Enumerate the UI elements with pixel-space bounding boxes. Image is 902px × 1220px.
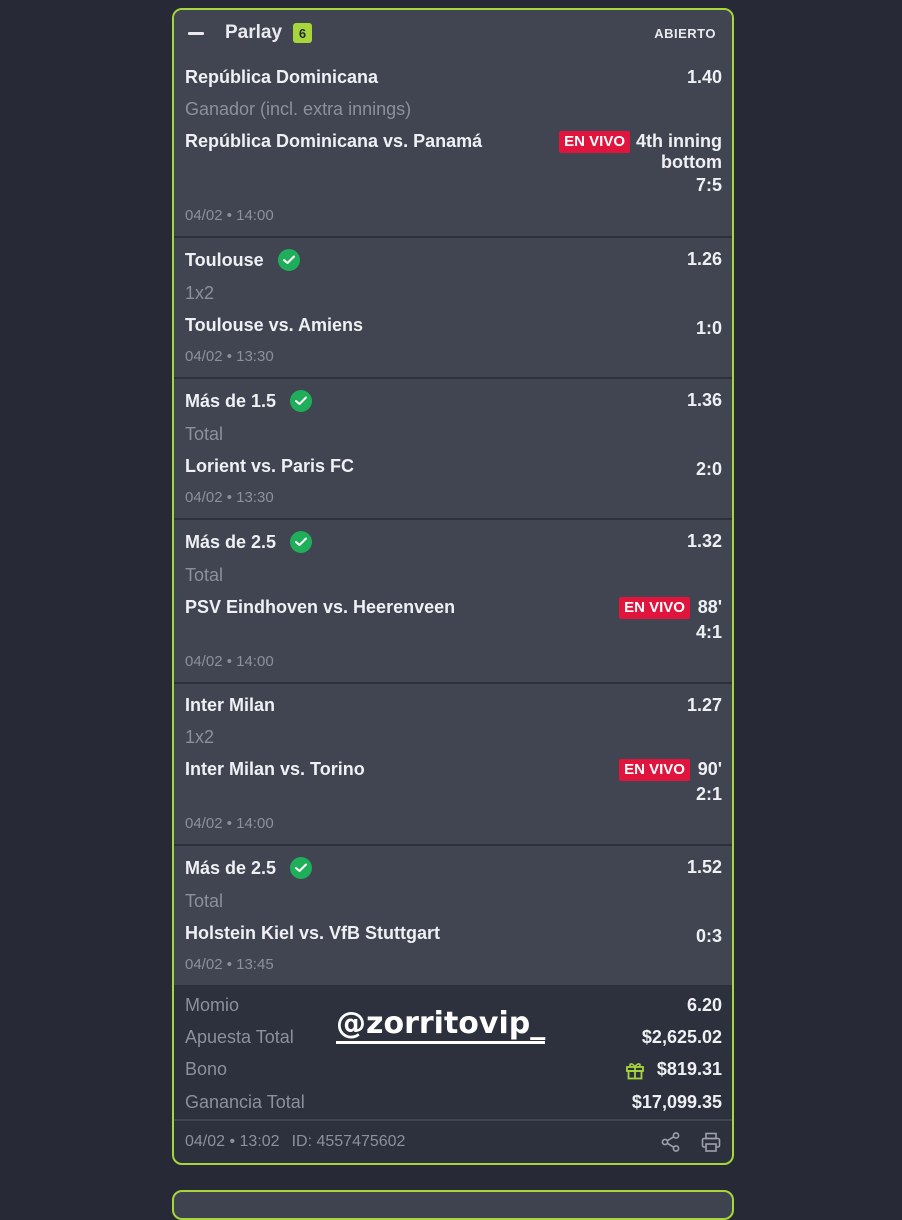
leg-market: Total [185, 891, 224, 911]
status-label: ABIERTO [654, 25, 716, 41]
bonus-label: Bono [185, 1059, 228, 1079]
ticket-summary: Momio 6.20 Apuesta Total $2,625.02 Bono [174, 985, 732, 1135]
check-circle-icon [290, 390, 313, 412]
check-circle-icon [290, 857, 313, 879]
total-odds-label: Momio [185, 995, 240, 1015]
leg-score: 2:1 [695, 784, 722, 804]
live-badge: EN VIVO [619, 759, 690, 781]
leg-odds: 1.52 [686, 857, 722, 877]
leg-score: 0:3 [695, 926, 722, 946]
leg-selection-label: Más de 2.5 [185, 531, 277, 552]
leg-item[interactable]: Toulouse 1.26 1x2 Toulouse vs. Amiens 1:… [174, 238, 732, 379]
share-icon[interactable] [660, 1131, 682, 1153]
winnings-label: Ganancia Total [185, 1092, 305, 1112]
stake-value: $2,625.02 [641, 1027, 722, 1047]
leg-selection: Más de 2.5 [185, 531, 313, 553]
ticket-header[interactable]: Parlay 6 ABIERTO [174, 10, 732, 56]
parlay-ticket-card: Parlay 6 ABIERTO República Dominicana 1.… [172, 8, 734, 1165]
leg-score: 7:5 [695, 175, 722, 195]
leg-selection: Más de 2.5 [185, 857, 313, 879]
leg-market: Total [185, 565, 224, 585]
leg-date: 04/02 • 14:00 [185, 653, 274, 670]
leg-item[interactable]: Más de 1.5 1.36 Total Lorient vs. Paris … [174, 379, 732, 520]
leg-score: 2:0 [695, 459, 722, 479]
footer-actions [660, 1131, 722, 1153]
ticket-title: Parlay [225, 22, 283, 43]
check-circle-icon [277, 249, 300, 271]
game-clock: 88' 4:1 [696, 597, 722, 643]
total-odds-value: 6.20 [686, 995, 722, 1015]
game-clock-minute: 88' [697, 597, 722, 617]
live-status: EN VIVO 4th inning bottom 7:5 [559, 131, 722, 196]
minus-icon[interactable] [188, 31, 204, 35]
leg-selection: República Dominicana [185, 67, 379, 87]
leg-odds: 1.27 [686, 695, 722, 715]
watermark-text: @zorritovip_ [336, 1009, 546, 1044]
leg-market: 1x2 [185, 283, 215, 303]
leg-item[interactable]: Más de 2.5 1.52 Total Holstein Kiel vs. … [174, 846, 732, 985]
leg-match: República Dominicana vs. Panamá [185, 131, 483, 151]
leg-score: 1:0 [695, 318, 722, 338]
leg-market: 1x2 [185, 727, 215, 747]
summary-row-winnings: Ganancia Total $17,099.35 [185, 1092, 722, 1113]
print-icon[interactable] [700, 1131, 722, 1153]
leg-item[interactable]: República Dominicana 1.40 Ganador (incl.… [174, 56, 732, 238]
live-badge: EN VIVO [559, 131, 631, 153]
leg-odds: 1.32 [686, 531, 722, 551]
live-status: EN VIVO 88' 4:1 [619, 597, 722, 643]
leg-market: Ganador (incl. extra innings) [185, 99, 412, 119]
leg-odds: 1.26 [686, 249, 722, 269]
leg-score: 4:1 [695, 622, 722, 642]
leg-date: 04/02 • 13:30 [185, 489, 274, 506]
game-clock: 4th inning bottom 7:5 [636, 131, 722, 196]
bonus-value: $819.31 [656, 1059, 722, 1079]
leg-date: 04/02 • 13:45 [185, 956, 274, 973]
next-ticket-card[interactable] [172, 1190, 734, 1220]
leg-selection: Más de 1.5 [185, 390, 313, 412]
leg-item[interactable]: Inter Milan 1.27 1x2 Inter Milan vs. Tor… [174, 684, 732, 846]
leg-match: PSV Eindhoven vs. Heerenveen [185, 597, 456, 617]
leg-odds: 1.40 [686, 67, 722, 87]
check-circle-icon [290, 531, 313, 553]
leg-selection: Inter Milan [185, 695, 276, 715]
leg-date: 04/02 • 14:00 [185, 207, 274, 224]
bonus-value-wrap: $819.31 [625, 1059, 722, 1080]
game-clock: 90' 2:1 [696, 759, 722, 805]
bet-id: ID: 4557475602 [291, 1133, 406, 1150]
game-clock-line2: bottom [661, 152, 722, 172]
leg-market: Total [185, 424, 224, 444]
leg-match: Lorient vs. Paris FC [185, 456, 355, 476]
leg-match: Toulouse vs. Amiens [185, 315, 364, 335]
summary-row-bonus: Bono $819.31 [185, 1059, 722, 1080]
leg-date: 04/02 • 14:00 [185, 815, 274, 832]
leg-selection: Toulouse [185, 249, 300, 271]
leg-item[interactable]: Más de 2.5 1.32 Total PSV Eindhoven vs. … [174, 520, 732, 684]
leg-selection-label: Toulouse [185, 249, 264, 270]
placed-date: 04/02 • 13:02 [185, 1133, 280, 1150]
live-status: EN VIVO 90' 2:1 [619, 759, 722, 805]
winnings-value: $17,099.35 [631, 1092, 722, 1112]
stake-label: Apuesta Total [185, 1027, 294, 1047]
ticket-footer: 04/02 • 13:02 ID: 4557475602 [174, 1119, 732, 1163]
leg-selection-label: Más de 2.5 [185, 857, 277, 878]
game-clock-minute: 90' [697, 759, 722, 779]
leg-selection-label: Más de 1.5 [185, 390, 277, 411]
live-badge: EN VIVO [619, 597, 690, 619]
leg-date: 04/02 • 13:30 [185, 348, 274, 365]
leg-count-badge: 6 [293, 23, 313, 43]
leg-match: Holstein Kiel vs. VfB Stuttgart [185, 923, 441, 943]
gift-icon [625, 1060, 645, 1080]
leg-match: Inter Milan vs. Torino [185, 759, 365, 779]
game-clock-line1: 4th inning [636, 131, 722, 151]
leg-odds: 1.36 [686, 390, 722, 410]
